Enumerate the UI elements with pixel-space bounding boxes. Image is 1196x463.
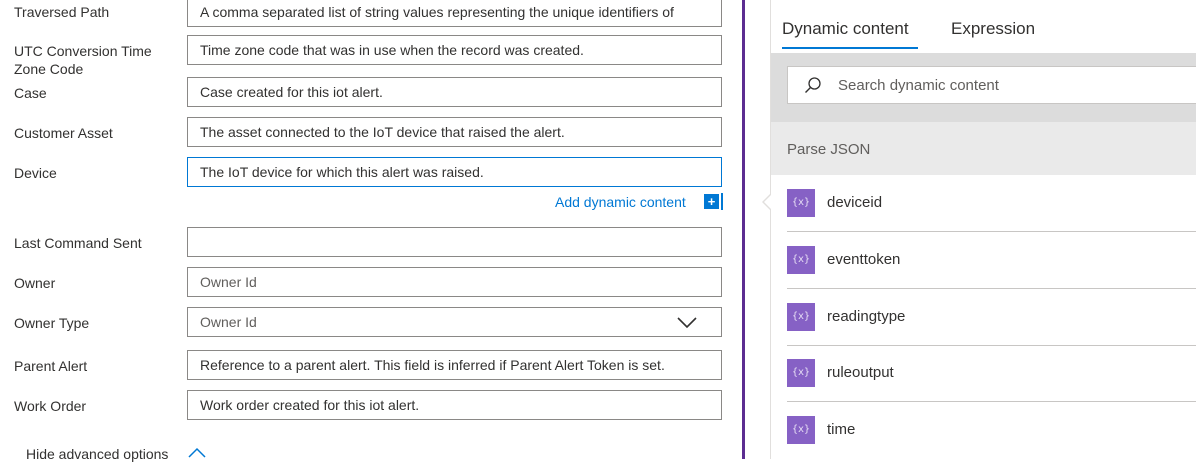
variable-token-icon: {x}: [787, 303, 815, 331]
field-label: Device: [14, 165, 57, 181]
list-item-ruleoutput[interactable]: {x} ruleoutput: [771, 345, 1196, 402]
variable-token-icon: {x}: [787, 246, 815, 274]
chevron-down-icon[interactable]: [677, 316, 697, 330]
field-label: Customer Asset: [14, 125, 113, 141]
field-label: Work Order: [14, 398, 87, 414]
field-label: UTC Conversion Time Zone Code: [14, 43, 152, 77]
action-form: Traversed Path A comma separated list of…: [0, 0, 742, 462]
search-dynamic-content-input[interactable]: Search dynamic content: [787, 66, 1196, 104]
item-label: eventtoken: [827, 251, 901, 268]
hide-advanced-options-link[interactable]: Hide advanced options: [26, 445, 168, 463]
last-command-sent-input[interactable]: [187, 227, 722, 257]
add-dynamic-content-bar: [721, 193, 723, 210]
item-label: readingtype: [827, 308, 906, 325]
search-icon: [805, 77, 821, 93]
item-label: time: [827, 421, 856, 438]
field-label: Owner: [14, 275, 56, 291]
device-input[interactable]: The IoT device for which this alert was …: [187, 157, 722, 187]
parent-alert-input[interactable]: Reference to a parent alert. This field …: [187, 350, 722, 380]
owner-input[interactable]: Owner Id: [187, 267, 722, 297]
owner-type-dropdown[interactable]: Owner Id: [187, 307, 722, 337]
item-label: deviceid: [827, 194, 883, 211]
list-item-deviceid[interactable]: {x} deviceid: [771, 175, 1196, 232]
item-label: ruleoutput: [827, 364, 894, 381]
tab-expression[interactable]: Expression: [951, 18, 1035, 40]
panel-pointer-inner: [764, 194, 772, 210]
panel-tabs: Dynamic content Expression: [771, 0, 1196, 53]
variable-token-icon: {x}: [787, 416, 815, 444]
panel-gap: [745, 0, 770, 459]
case-input[interactable]: Case created for this iot alert.: [187, 77, 722, 107]
variable-token-icon: {x}: [787, 189, 815, 217]
list-item-eventtoken[interactable]: {x} eventtoken: [771, 232, 1196, 289]
tab-dynamic-content[interactable]: Dynamic content: [782, 18, 909, 40]
field-label: Owner Type: [14, 315, 90, 331]
list-item-readingtype[interactable]: {x} readingtype: [771, 289, 1196, 346]
section-title: Parse JSON: [787, 141, 871, 158]
search-placeholder: Search dynamic content: [838, 77, 999, 94]
work-order-input[interactable]: Work order created for this iot alert.: [187, 390, 722, 420]
add-dynamic-content-plus-icon[interactable]: +: [704, 194, 719, 209]
field-label: Traversed Path: [14, 4, 110, 20]
active-tab-underline: [782, 47, 918, 49]
traversed-path-input[interactable]: A comma separated list of string values …: [187, 0, 722, 27]
field-label: Last Command Sent: [14, 235, 142, 251]
field-label: Case: [14, 85, 47, 101]
search-band: Search dynamic content: [771, 53, 1196, 122]
utc-conversion-input[interactable]: Time zone code that was in use when the …: [187, 35, 722, 65]
owner-type-value: Owner Id: [200, 314, 257, 330]
dynamic-content-panel: Dynamic content Expression Search dynami…: [770, 0, 1196, 459]
chevron-up-icon[interactable]: [188, 446, 206, 458]
field-label: Parent Alert: [14, 358, 88, 374]
variable-token-icon: {x}: [787, 359, 815, 387]
list-item-time[interactable]: {x} time: [771, 402, 1196, 459]
add-dynamic-content-link[interactable]: Add dynamic content: [555, 193, 686, 211]
customer-asset-input[interactable]: The asset connected to the IoT device th…: [187, 117, 722, 147]
section-header-parse-json: Parse JSON: [771, 122, 1196, 175]
